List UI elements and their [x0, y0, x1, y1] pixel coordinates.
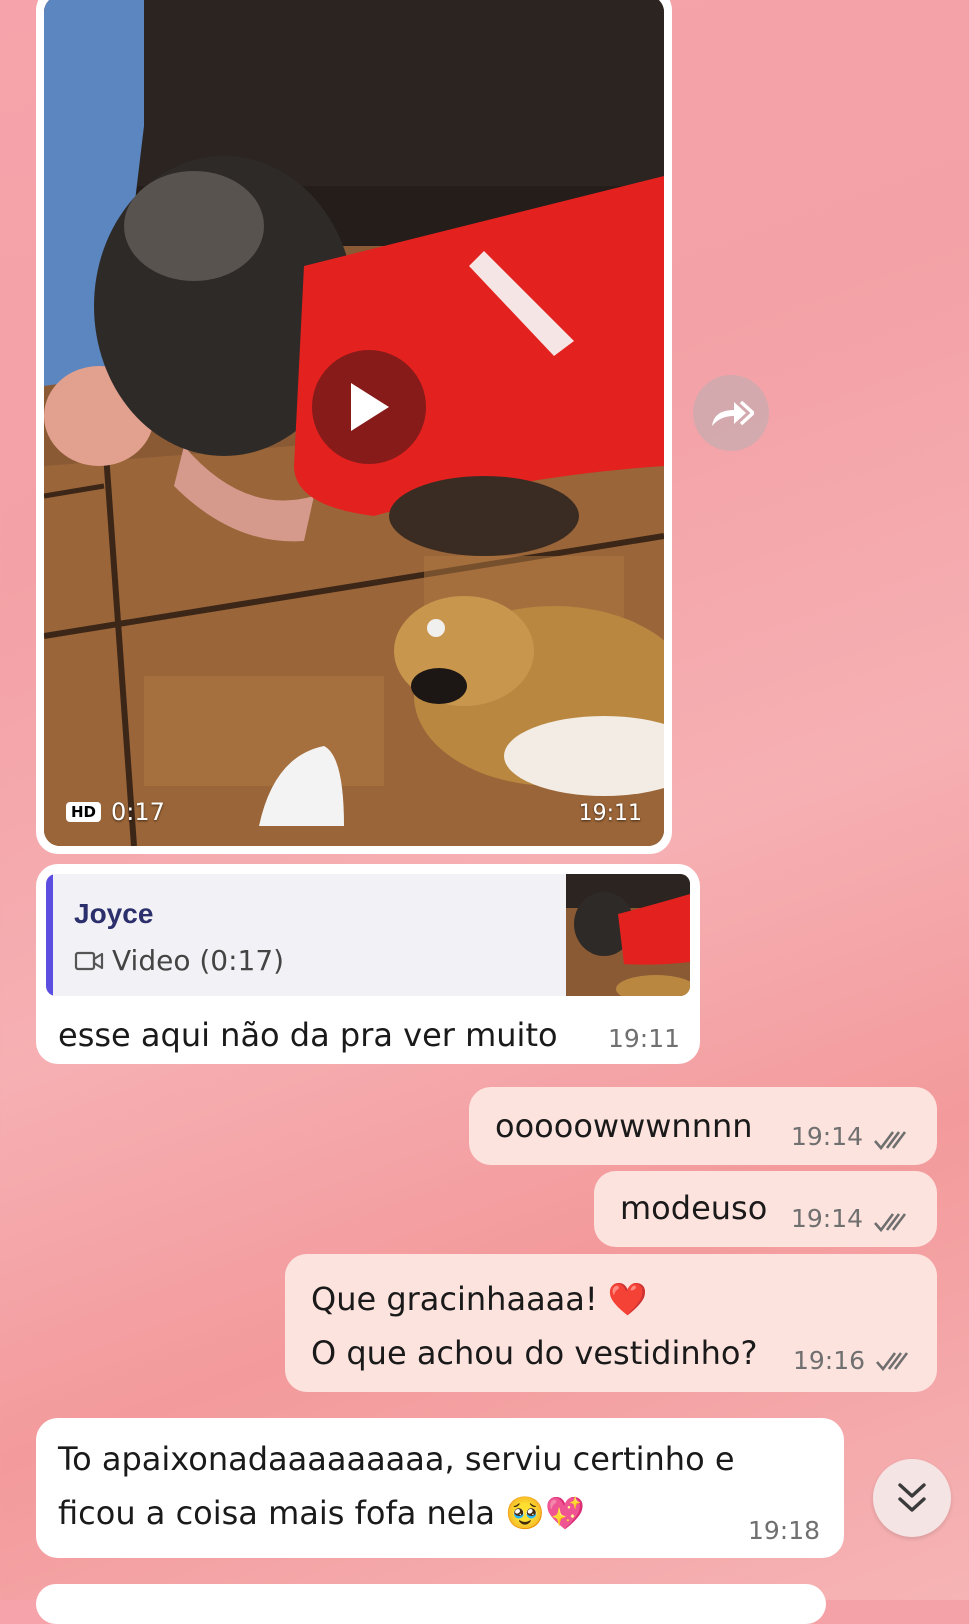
incoming-message-bubble[interactable]: To apaixonadaaaaaaaaa, serviu certinho e…	[36, 1418, 844, 1558]
scroll-down-icon	[898, 1483, 926, 1512]
message-time: 19:14	[790, 1122, 863, 1151]
hd-badge: HD	[66, 802, 102, 822]
video-meta: HD 0:17	[66, 798, 165, 826]
video-camera-icon	[74, 951, 104, 970]
forward-button[interactable]	[693, 375, 769, 451]
outgoing-message-bubble[interactable]: modeuso 19:14	[594, 1171, 937, 1247]
quote-media-text: Video (0:17)	[112, 944, 285, 977]
forward-icon	[712, 400, 754, 426]
video-message-bubble[interactable]: HD 0:17 19:11	[36, 0, 672, 854]
scroll-to-bottom-button[interactable]	[873, 1459, 951, 1537]
message-text-line-1: Que gracinhaaaa! ❤️	[311, 1280, 648, 1318]
quote-thumbnail	[566, 874, 690, 996]
message-text-line-2: ficou a coisa mais fofa nela 🥹💖	[58, 1494, 585, 1532]
outgoing-message-bubble[interactable]: ooooowwwnnnn 19:14	[469, 1087, 937, 1165]
message-time: 19:18	[748, 1516, 821, 1545]
quoted-message[interactable]: Joyce Video (0:17)	[46, 874, 690, 996]
message-time: 19:14	[790, 1204, 863, 1233]
message-text-line-2: O que achou do vestidinho?	[311, 1334, 758, 1372]
message-time: 19:11	[578, 801, 642, 826]
quote-author: Joyce	[74, 898, 154, 929]
outgoing-message-bubble[interactable]: Que gracinhaaaa! ❤️ O que achou do vesti…	[285, 1254, 937, 1392]
quote-thumbnail-image	[566, 874, 690, 996]
double-check-icon	[876, 1351, 909, 1371]
message-text: modeuso	[620, 1189, 768, 1227]
message-text-line-1: To apaixonadaaaaaaaaa, serviu certinho e	[58, 1440, 735, 1478]
message-status: 19:16	[793, 1346, 913, 1375]
video-thumbnail[interactable]: HD 0:17 19:11	[44, 0, 664, 846]
double-check-icon	[874, 1131, 907, 1151]
reply-message-bubble[interactable]: Joyce Video (0:17) esse aqui não da pra …	[36, 864, 700, 1064]
video-duration: 0:17	[111, 798, 165, 826]
message-time: 19:11	[608, 1024, 681, 1053]
message-text: esse aqui não da pra ver muito	[58, 1016, 558, 1054]
quote-accent-bar	[46, 874, 53, 996]
quote-media-label: Video (0:17)	[74, 944, 284, 977]
message-text: ooooowwwnnnn	[495, 1107, 753, 1145]
message-time: 19:16	[793, 1346, 866, 1375]
play-button[interactable]	[312, 350, 426, 464]
incoming-message-bubble-partial[interactable]	[36, 1584, 826, 1624]
double-check-icon	[874, 1213, 907, 1233]
play-icon	[351, 383, 389, 431]
